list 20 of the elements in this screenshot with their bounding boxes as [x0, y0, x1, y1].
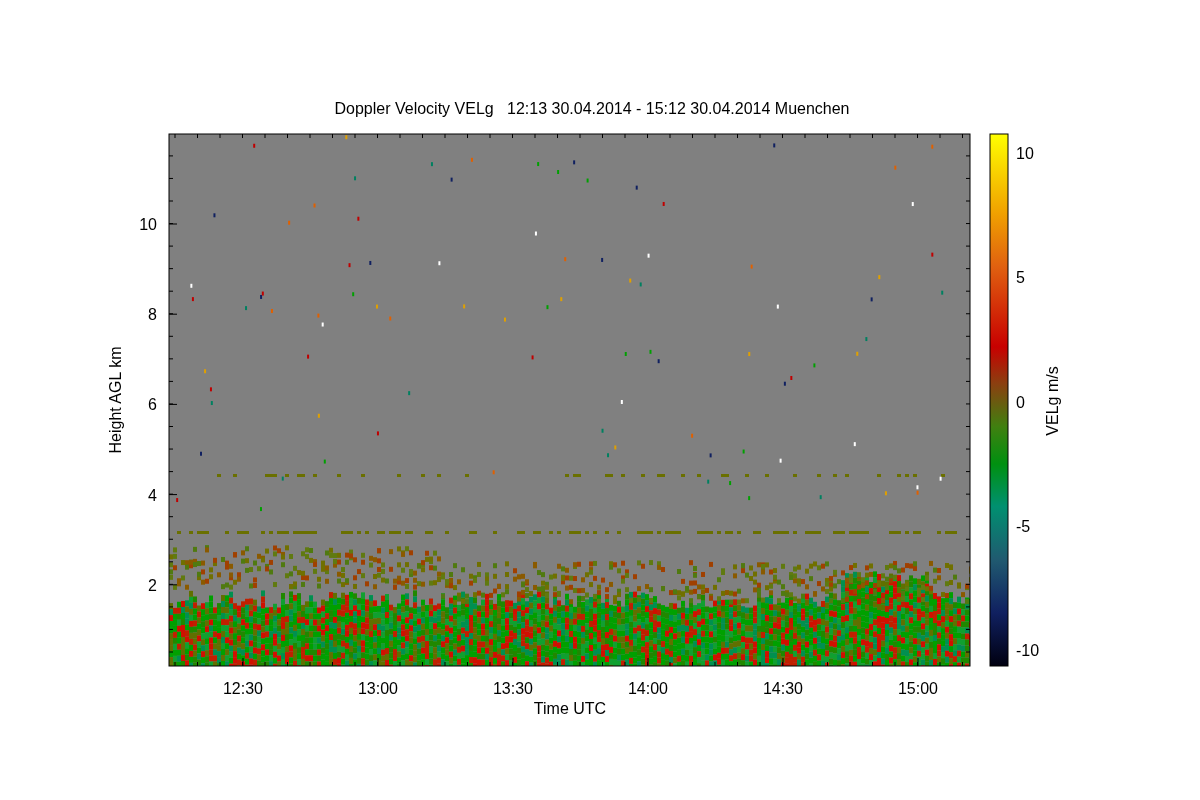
colorbar-tick-label: -5 — [1016, 517, 1031, 535]
colorbar-tick-label: 10 — [1016, 145, 1034, 162]
x-tick-label: 15:00 — [898, 680, 938, 697]
y-tick-label: 4 — [148, 486, 157, 504]
colorbar-tick-label: 5 — [1016, 269, 1025, 287]
x-axis-label: Time UTC — [533, 700, 607, 717]
x-tick-label: 12:30 — [223, 680, 263, 697]
x-tick-label: 13:00 — [358, 680, 398, 697]
y-tick-label: 6 — [148, 396, 157, 414]
colorbar-tick-label: -10 — [1016, 642, 1040, 660]
colorbar-tick-label: 0 — [1016, 393, 1025, 411]
x-tick-label: 14:00 — [628, 680, 668, 697]
x-tick-label: 13:30 — [493, 680, 533, 697]
x-tick-label: 14:30 — [763, 680, 803, 697]
colorbar-label: VELg m/s — [1044, 366, 1061, 436]
y-tick-label: 8 — [148, 306, 157, 324]
plot-title: Doppler Velocity VELg 12:13 30.04.2014 - 15:12 30.04.2014 Muenchen — [334, 100, 850, 117]
y-tick-label: 10 — [139, 216, 157, 233]
y-tick-label: 2 — [148, 576, 157, 594]
y-axis-label: Height AGL km — [107, 346, 124, 454]
